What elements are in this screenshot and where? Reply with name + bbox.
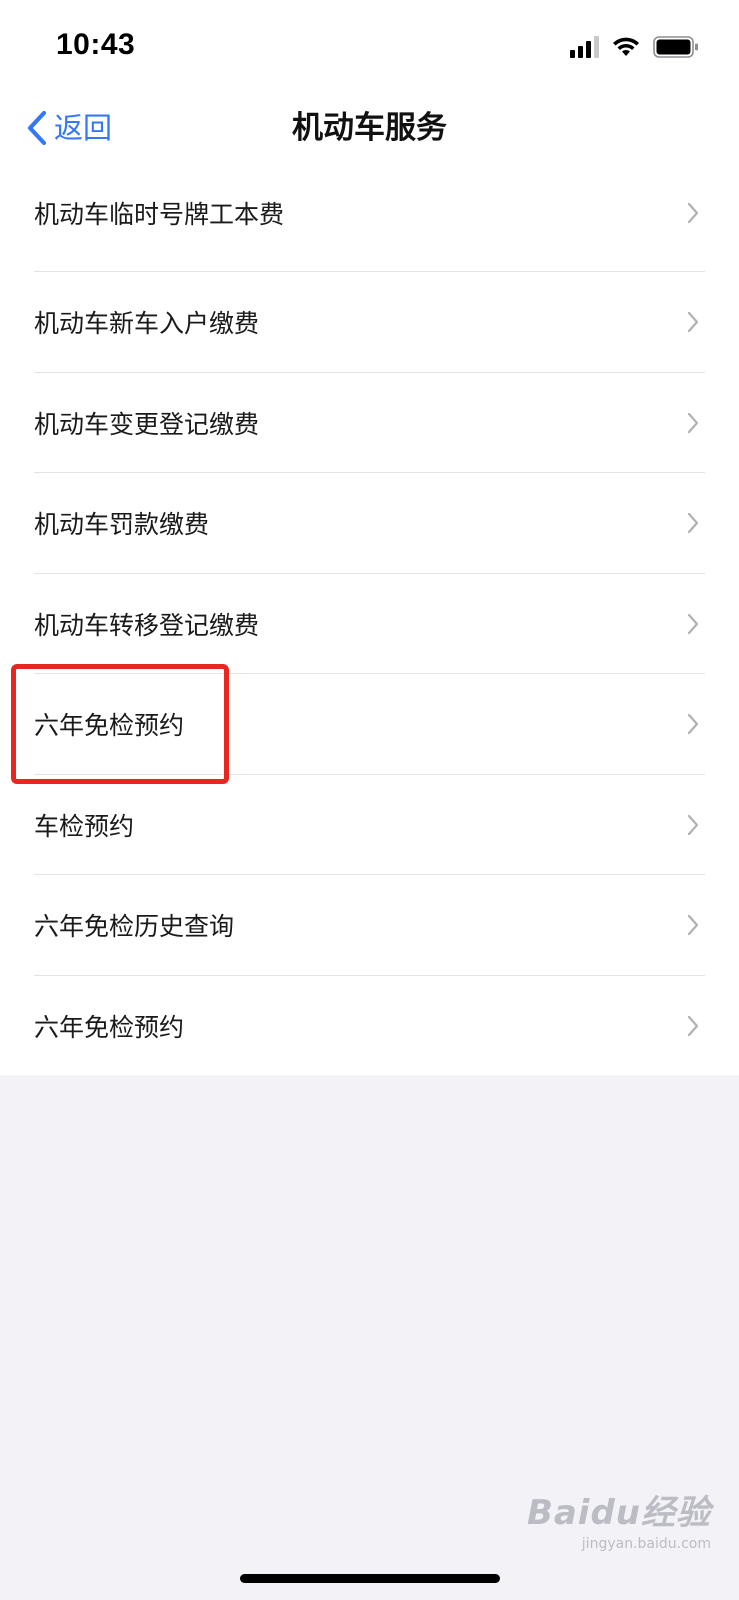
list-item-transfer-registration-fee[interactable]: 机动车转移登记缴费 bbox=[0, 574, 739, 674]
list-item-six-year-exemption-booking[interactable]: 六年免检预约 bbox=[0, 674, 739, 775]
baidu-jingyan-watermark: Baidu经验 jingyan.baidu.com bbox=[527, 1485, 711, 1552]
chevron-right-icon bbox=[687, 613, 699, 634]
list-item-six-year-exemption-booking-2[interactable]: 六年免检预约 bbox=[0, 976, 739, 1077]
list-item-label: 机动车转移登记缴费 bbox=[34, 610, 260, 640]
watermark-logo: Baidu经验 bbox=[526, 1493, 711, 1533]
list-item-label: 机动车临时号牌工本费 bbox=[34, 200, 285, 229]
list-item-fine-payment[interactable]: 机动车罚款缴费 bbox=[0, 473, 739, 574]
back-label: 返回 bbox=[54, 111, 113, 145]
home-indicator[interactable] bbox=[240, 1574, 500, 1583]
list-item-label: 六年免检预约 bbox=[34, 711, 185, 741]
watermark-url: jingyan.baidu.com bbox=[581, 1536, 711, 1552]
content-area: 10:43 机动车服务 返回 机动车临时号牌工本费 机动车新车入户缴费 机动车变… bbox=[0, 0, 739, 1075]
chevron-right-icon bbox=[687, 1015, 699, 1036]
status-time: 10:43 bbox=[56, 28, 136, 61]
chevron-left-icon bbox=[26, 110, 48, 146]
list-item-label: 机动车变更登记缴费 bbox=[34, 409, 260, 439]
service-list: 机动车临时号牌工本费 机动车新车入户缴费 机动车变更登记缴费 机动车罚款缴费 机 bbox=[0, 170, 739, 1076]
chevron-right-icon bbox=[687, 412, 699, 433]
list-item-change-registration-fee[interactable]: 机动车变更登记缴费 bbox=[0, 373, 739, 473]
wifi-icon bbox=[611, 36, 641, 58]
status-bar: 10:43 bbox=[0, 0, 739, 90]
list-item-temporary-plate-fee[interactable]: 机动车临时号牌工本费 bbox=[0, 170, 739, 272]
list-item-inspection-booking[interactable]: 车检预约 bbox=[0, 775, 739, 875]
list-item-label: 机动车罚款缴费 bbox=[34, 510, 210, 540]
cellular-signal-icon bbox=[570, 36, 599, 58]
list-item-label: 机动车新车入户缴费 bbox=[34, 309, 260, 339]
chevron-right-icon bbox=[687, 915, 699, 936]
chevron-right-icon bbox=[687, 714, 699, 735]
chevron-right-icon bbox=[687, 814, 699, 835]
chevron-right-icon bbox=[687, 202, 699, 224]
battery-icon bbox=[653, 36, 699, 58]
list-item-label: 六年免检历史查询 bbox=[34, 912, 235, 942]
list-item-label: 六年免检预约 bbox=[34, 1012, 185, 1042]
list-item-new-car-registration-fee[interactable]: 机动车新车入户缴费 bbox=[0, 272, 739, 373]
chevron-right-icon bbox=[687, 312, 699, 333]
back-button[interactable]: 返回 bbox=[26, 106, 112, 150]
list-item-label: 车检预约 bbox=[34, 811, 135, 841]
chevron-right-icon bbox=[687, 513, 699, 534]
list-item-six-year-exemption-history[interactable]: 六年免检历史查询 bbox=[0, 875, 739, 976]
navigation-bar: 机动车服务 返回 bbox=[0, 90, 739, 170]
app-screen: 10:43 机动车服务 返回 机动车临时号牌工本费 机动车新车入户缴费 机动车变… bbox=[0, 0, 739, 1600]
status-icons bbox=[570, 34, 699, 58]
